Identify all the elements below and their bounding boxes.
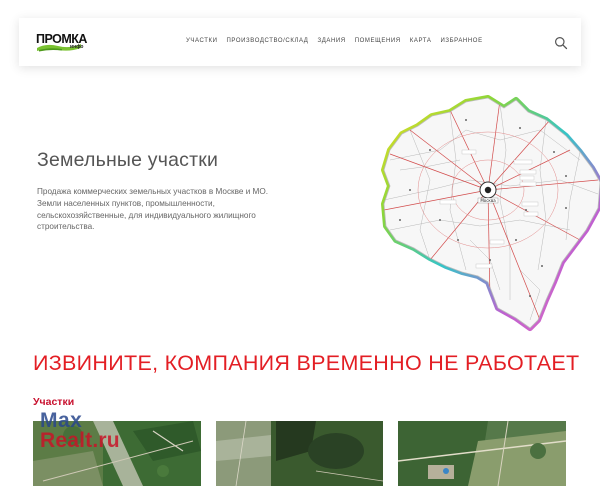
watermark-logo: Max Realt.ru — [40, 409, 120, 452]
section-title-plots: Участки — [33, 396, 75, 408]
search-icon — [555, 37, 568, 50]
nav-item-plots[interactable]: УЧАСТКИ — [186, 37, 218, 45]
nav-item-favorites[interactable]: ИЗБРАННОЕ — [440, 37, 482, 45]
nav-item-map[interactable]: КАРТА — [410, 37, 432, 45]
listing-card[interactable] — [216, 421, 383, 486]
map-label-moscow: Москва — [480, 198, 496, 203]
satellite-image — [398, 421, 566, 486]
page-title: Земельные участки — [37, 149, 219, 171]
satellite-image — [216, 421, 383, 486]
nav-item-production-warehouse[interactable]: ПРОИЗВОДСТВО/СКЛАД — [227, 37, 309, 45]
company-closed-notice: ИЗВИНИТЕ, КОМПАНИЯ ВРЕМЕННО НЕ РАБОТАЕТ — [33, 351, 580, 375]
page-description: Продажа коммерческих земельных участков … — [37, 187, 269, 232]
nav-item-premises[interactable]: ПОМЕЩЕНИЯ — [355, 37, 401, 45]
main-nav: УЧАСТКИ ПРОИЗВОДСТВО/СКЛАД ЗДАНИЯ ПОМЕЩЕ… — [186, 37, 492, 45]
search-button[interactable] — [554, 36, 568, 50]
logo-subtext: инфо — [70, 44, 84, 50]
moscow-region-map[interactable]: Москва — [370, 90, 600, 335]
site-header: ПРОМКА инфо УЧАСТКИ ПРОИЗВОДСТВО/СКЛАД З… — [19, 18, 581, 66]
nav-item-buildings[interactable]: ЗДАНИЯ — [317, 37, 345, 45]
watermark-line2: Realt.ru — [40, 429, 120, 452]
watermark-line1: Max — [40, 409, 83, 432]
listing-card[interactable] — [398, 421, 566, 486]
site-logo[interactable]: ПРОМКА инфо — [36, 32, 87, 54]
region-map-image: Москва — [370, 90, 600, 335]
